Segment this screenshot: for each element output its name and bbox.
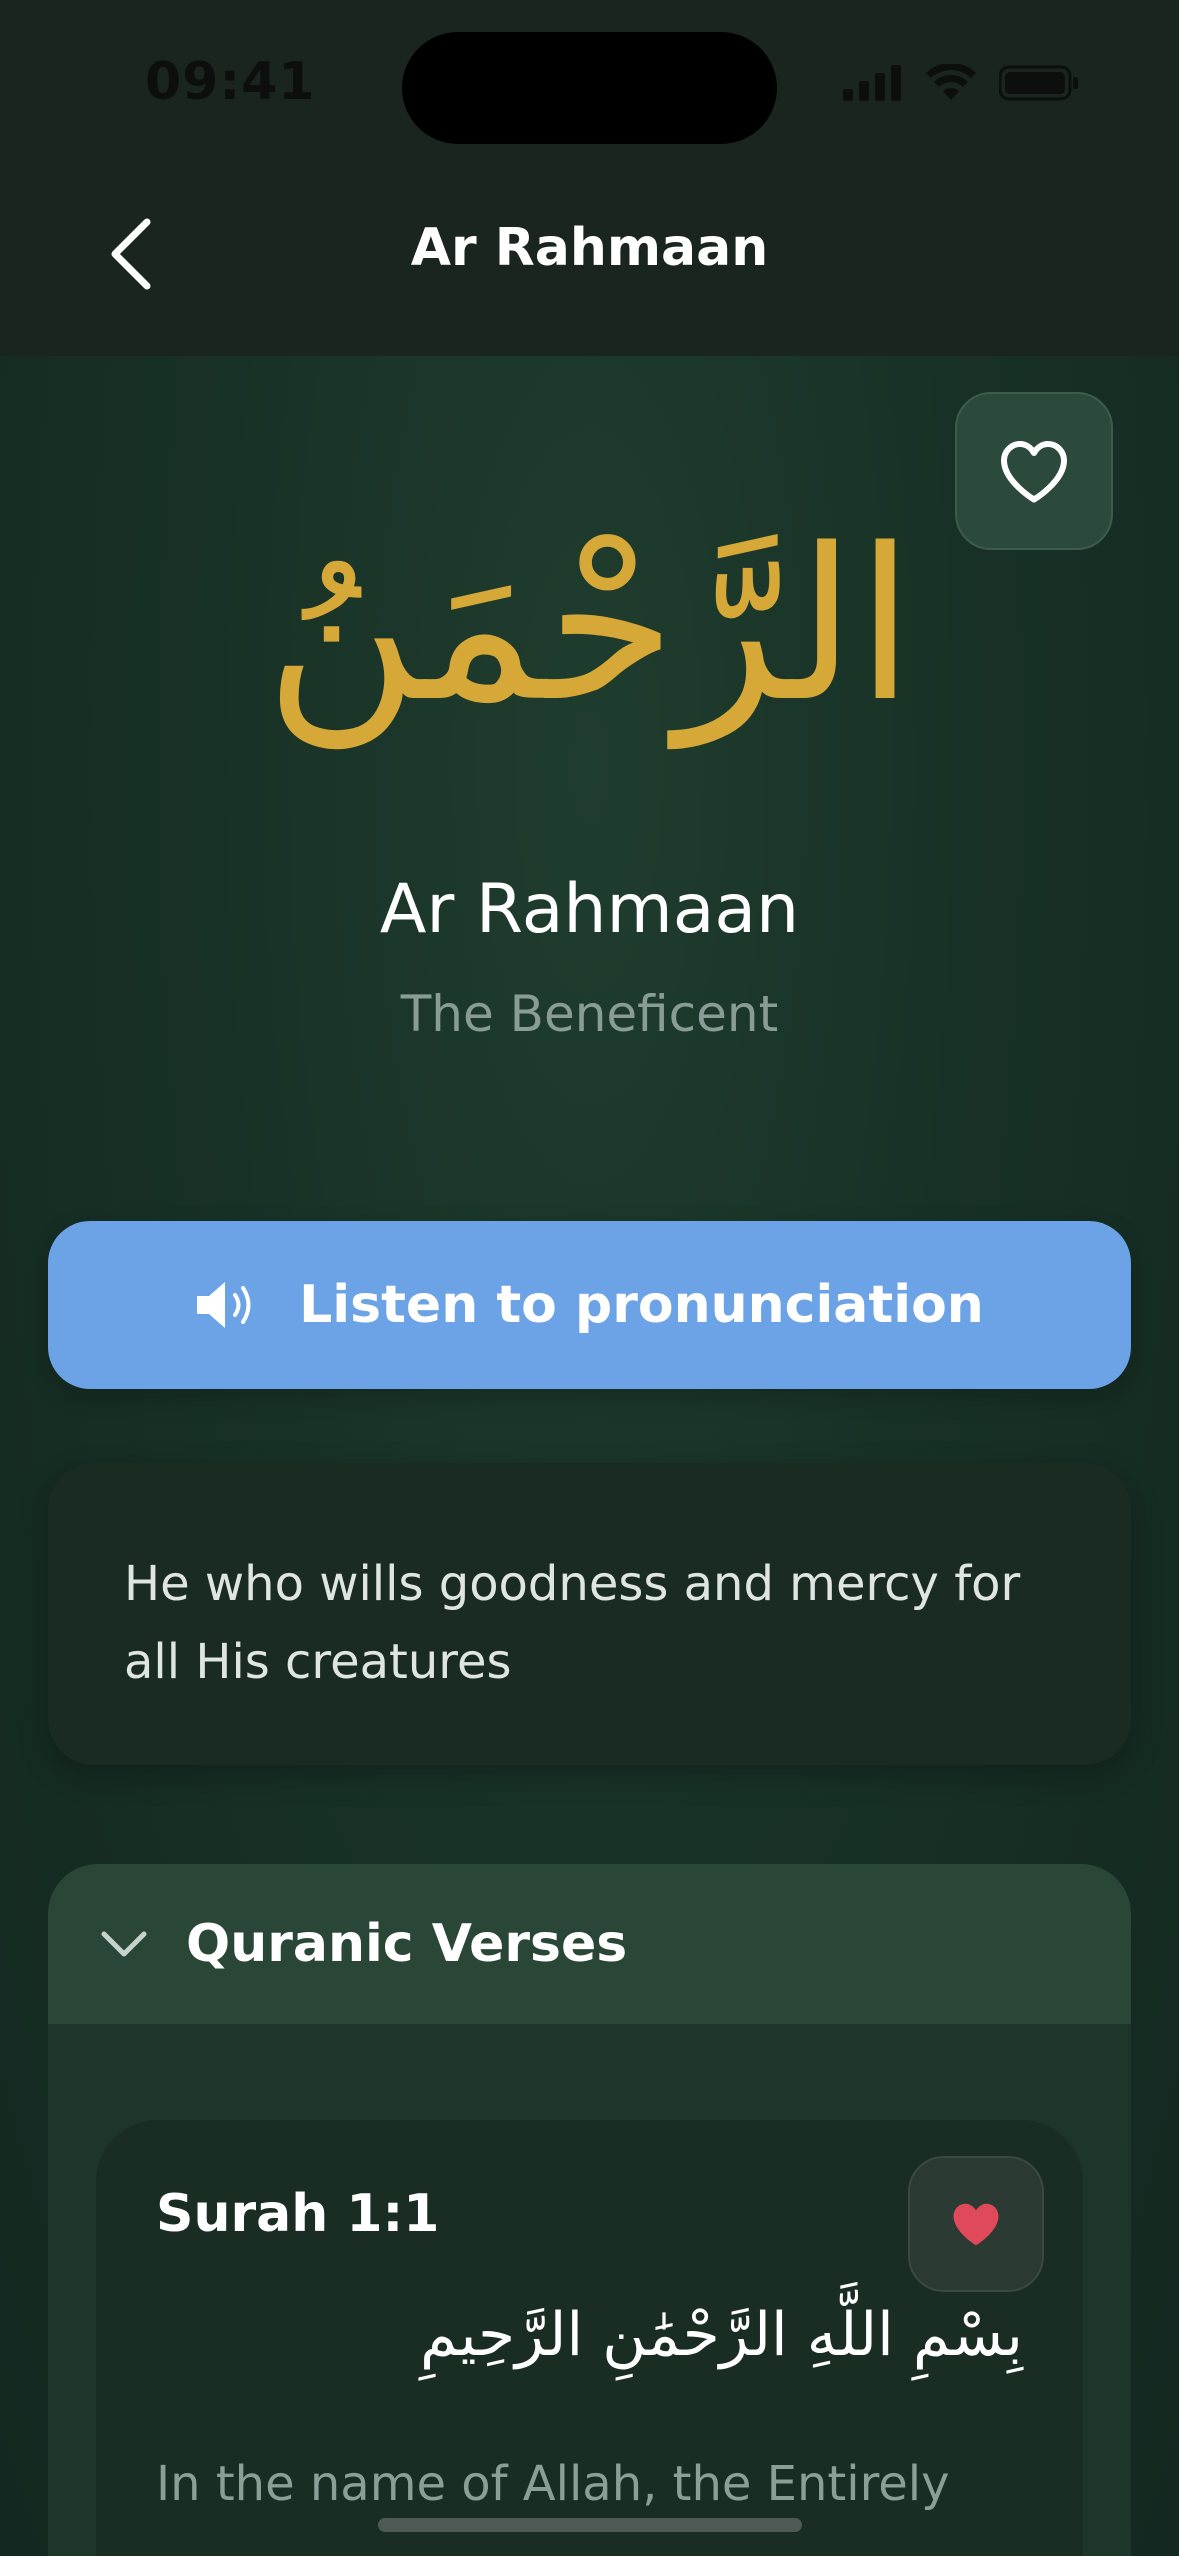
- listen-pronunciation-button[interactable]: Listen to pronunciation: [48, 1221, 1131, 1389]
- verse-favorite-button[interactable]: [908, 2156, 1044, 2292]
- screen: 09:41 Ar Rahmaan الرَّحْمَنُ Ar Rahmaan …: [0, 0, 1179, 2556]
- top-bar: 09:41 Ar Rahmaan: [0, 0, 1179, 356]
- verse-arabic-text: بِسْمِ اللَّهِ الرَّحْمَٰنِ الرَّحِيمِ: [419, 2300, 1023, 2370]
- verse-reference: Surah 1:1: [156, 2184, 440, 2244]
- status-icons: [843, 62, 1079, 106]
- verse-translation: In the name of Allah, the Entirely: [156, 2456, 950, 2512]
- arabic-name: الرَّحْمَنُ: [264, 503, 915, 748]
- quranic-verses-header[interactable]: Quranic Verses: [48, 1864, 1131, 2024]
- page-title: Ar Rahmaan: [410, 218, 769, 278]
- home-indicator[interactable]: [378, 2518, 802, 2532]
- dynamic-island: [402, 32, 777, 144]
- chevron-down-icon: [101, 1931, 147, 1957]
- speaker-icon: [197, 1282, 251, 1328]
- listen-button-label: Listen to pronunciation: [299, 1275, 984, 1335]
- wifi-icon: [925, 62, 977, 106]
- name-transliteration: Ar Rahmaan: [379, 870, 800, 949]
- quranic-verses-title: Quranic Verses: [186, 1914, 628, 1974]
- battery-icon: [998, 64, 1079, 106]
- heart-outline-icon: [1001, 441, 1067, 503]
- verse-card: Surah 1:1 بِسْمِ اللَّهِ الرَّحْمَٰنِ ال…: [96, 2120, 1083, 2556]
- heart-filled-icon: [953, 2203, 999, 2246]
- description-text: He who wills goodness and mercy for all …: [124, 1556, 1021, 1690]
- status-time: 09:41: [145, 52, 316, 112]
- cellular-signal-icon: [843, 65, 903, 105]
- quranic-verses-panel: Quranic Verses Surah 1:1 بِسْمِ اللَّهِ …: [48, 1864, 1131, 2556]
- name-meaning: The Beneficent: [400, 985, 779, 1043]
- description-card: He who wills goodness and mercy for all …: [48, 1463, 1131, 1765]
